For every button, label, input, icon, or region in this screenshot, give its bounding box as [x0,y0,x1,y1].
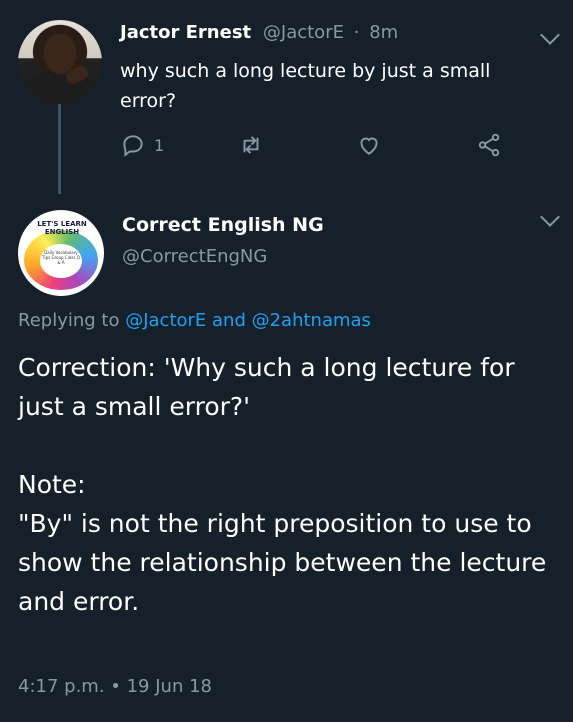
reply-button[interactable]: 1 [120,132,164,158]
display-name[interactable]: Correct English NG [122,214,324,236]
like-button[interactable] [356,132,382,158]
tweet-text: why such a long lecture by just a small … [120,60,491,112]
tweet-actions: 1 [120,132,520,162]
replying-prefix: Replying to [18,310,120,331]
tweet-paragraph-correction: Correction: 'Why such a long lecture for… [18,353,515,421]
tweet-paragraph-note-heading: Note: [18,470,86,499]
logo-subtitle: Daily Vocabulary Tips Group Class Q & A [42,250,80,265]
tweet-reply: LET'S LEARN ENGLISH Daily Vocabulary Tip… [0,190,573,722]
user-handle[interactable]: @CorrectEngNG [122,246,267,267]
chevron-down-icon[interactable] [540,25,560,45]
retweet-icon [243,136,259,154]
avatar[interactable]: LET'S LEARN ENGLISH Daily Vocabulary Tip… [18,210,104,296]
user-handle[interactable]: @JactorE [263,22,344,43]
replying-to: Replying to @JactorE and @2ahtnamas [18,310,371,331]
share-button[interactable] [476,132,502,158]
logo-title: LET'S LEARN ENGLISH [37,220,87,236]
chevron-down-icon[interactable] [540,207,560,227]
like-icon [360,137,378,155]
retweet-button[interactable] [238,132,264,158]
reply-count: 1 [154,135,165,155]
share-icon [478,133,500,157]
avatar[interactable] [18,20,102,104]
tweet-original: Jactor Ernest @JactorE · 8m why such a l… [0,0,573,194]
tweet-timestamp[interactable]: 4:17 p.m. • 19 Jun 18 [18,676,212,697]
tweet-text: Correction: 'Why such a long lecture for… [18,348,563,621]
tweet-header: Jactor Ernest @JactorE · 8m [120,22,398,43]
separator-dot: · [353,22,360,43]
tweet-time: 8m [369,22,399,43]
replying-to-users[interactable]: @JactorE and @2ahtnamas [125,310,371,331]
display-name[interactable]: Jactor Ernest [120,22,251,43]
reply-icon [123,135,143,157]
thread-line [58,98,61,194]
avatar-figure-face [44,34,76,74]
tweet-paragraph-note: "By" is not the right preposition to use… [18,509,547,616]
